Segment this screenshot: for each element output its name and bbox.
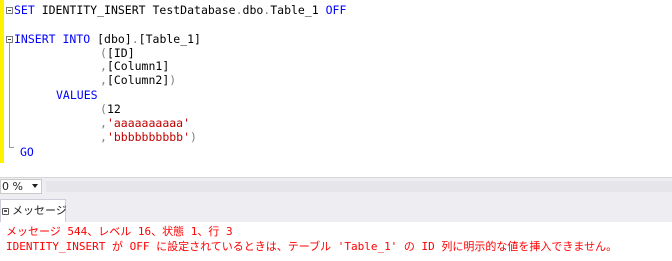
code-operator: ) (190, 130, 197, 144)
sql-keyword: OFF (325, 3, 347, 17)
code-line: (12 (100, 102, 121, 116)
code-operator: , (100, 73, 107, 87)
query-editor[interactable]: SET IDENTITY_INSERT TestDatabase.dbo.Tab… (0, 0, 672, 177)
code-text: [Column1] (106, 59, 170, 73)
sql-keyword: INSERT INTO (14, 32, 91, 46)
code-line: ,[Column1] (100, 59, 169, 73)
editor-status-strip: 0 % (0, 177, 672, 195)
code-operator: . (131, 32, 139, 46)
collapse-icon[interactable] (6, 7, 13, 14)
error-message-text: IDENTITY_INSERT が OFF に設定されているときは、テーブル '… (6, 240, 618, 253)
code-operator: , (100, 116, 107, 130)
error-message-header: メッセージ 544、レベル 16、状態 1、行 3 (6, 225, 233, 238)
code-text: [ID] (106, 46, 135, 60)
code-operator: ( (100, 46, 107, 60)
code-text: IDENTITY_INSERT TestDatabase (34, 3, 236, 17)
collapse-icon[interactable] (6, 36, 13, 43)
sql-string: 'bbbbbbbbbb' (106, 130, 191, 144)
code-operator: , (100, 59, 107, 73)
zoom-dropdown[interactable]: 0 % (0, 179, 42, 194)
code-line: ,'aaaaaaaaaa' (100, 116, 190, 130)
tab-messages[interactable]: メッセージ (0, 199, 67, 222)
results-tab-bar: メッセージ (0, 195, 672, 222)
sql-keyword: VALUES (56, 88, 98, 102)
code-line: VALUES (56, 88, 98, 102)
sql-keyword: SET (14, 3, 35, 17)
code-text: dbo (242, 3, 264, 17)
code-operator: ( (100, 102, 107, 116)
sql-keyword: GO (20, 145, 34, 159)
change-tracking-bar (0, 0, 4, 163)
code-operator: . (235, 3, 243, 17)
zoom-value: 0 % (2, 180, 23, 193)
code-text: 12 (106, 102, 121, 116)
chevron-down-icon (32, 184, 38, 188)
message-icon (2, 208, 9, 215)
code-line: SET IDENTITY_INSERT TestDatabase.dbo.Tab… (14, 3, 346, 17)
horizontal-scrollbar[interactable] (46, 181, 672, 192)
outline-guide (9, 43, 10, 148)
sql-string: 'aaaaaaaaaa' (106, 116, 191, 130)
code-operator: , (100, 130, 107, 144)
code-text: [Column2] (106, 73, 170, 87)
code-line: GO (20, 145, 34, 159)
code-line: ([ID] (100, 46, 135, 60)
outline-guide-end (9, 147, 14, 148)
tab-label: メッセージ (12, 204, 67, 217)
code-line: ,'bbbbbbbbbb') (100, 130, 197, 144)
code-line: INSERT INTO [dbo].[Table_1] (14, 32, 201, 46)
messages-pane[interactable]: メッセージ 544、レベル 16、状態 1、行 3 IDENTITY_INSER… (0, 222, 672, 261)
code-text: [Table_1] (138, 32, 201, 46)
code-text: Table_1 (270, 3, 326, 17)
code-line: ,[Column2]) (100, 73, 176, 87)
code-operator: ) (169, 73, 177, 87)
code-text: [dbo] (97, 32, 132, 46)
